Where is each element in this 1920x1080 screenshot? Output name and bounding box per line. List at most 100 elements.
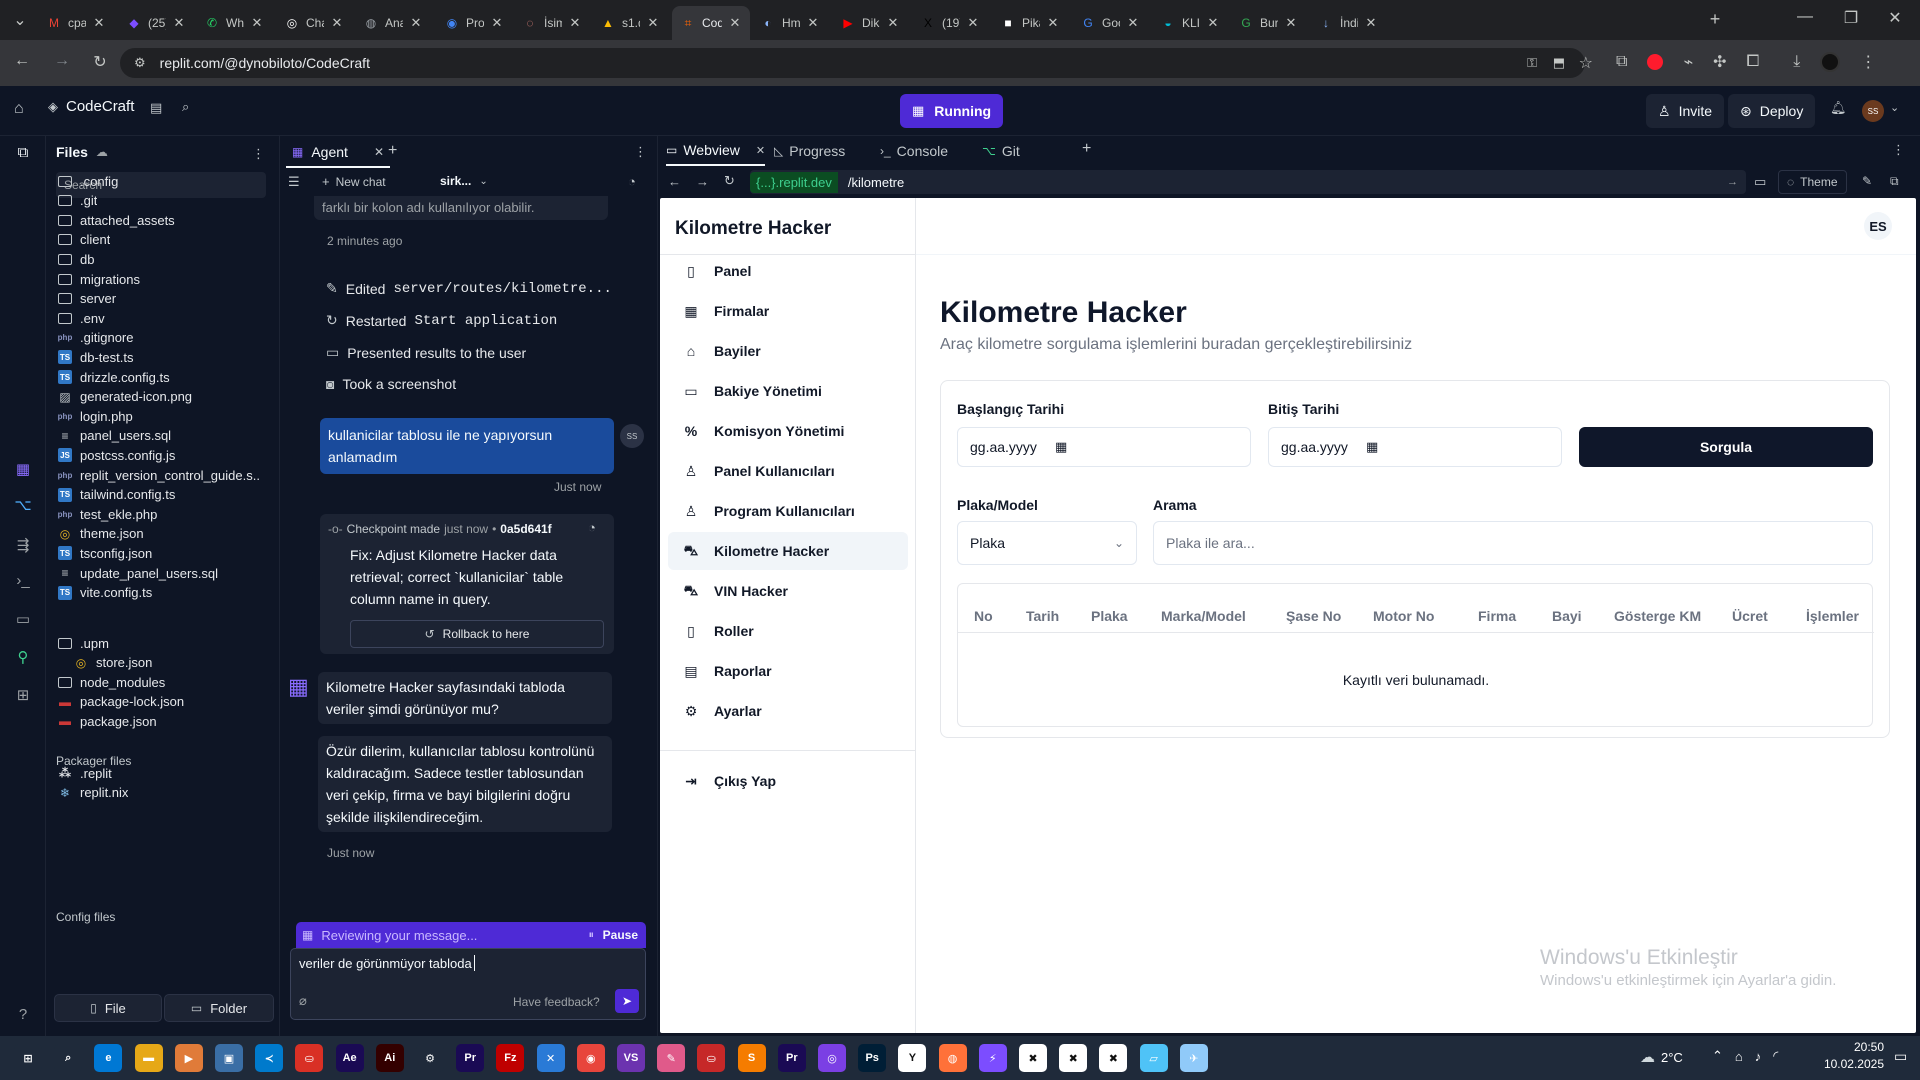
start-date-input[interactable]: gg.aa.yyyy ▦ xyxy=(957,427,1251,467)
close-tab-icon[interactable]: ✕ xyxy=(1206,15,1220,31)
new-folder-button[interactable]: ▭ Folder xyxy=(164,994,274,1022)
close-tab-icon[interactable]: ✕ xyxy=(490,15,504,31)
open-external-icon[interactable]: ⧉ xyxy=(1890,174,1899,189)
minimize-icon[interactable]: — xyxy=(1790,8,1820,26)
taskbar-app-icon[interactable]: Fz xyxy=(496,1044,525,1072)
browser-tab[interactable]: ⌗ Code ✕ xyxy=(672,6,750,40)
close-tab-icon[interactable]: ✕ xyxy=(728,15,742,31)
browser-tab[interactable]: ■ Pika ✕ xyxy=(992,6,1068,40)
taskbar-app-icon[interactable]: ▬ xyxy=(134,1044,163,1072)
wifi-icon[interactable]: ◜ xyxy=(1773,1048,1778,1064)
git-branch-icon[interactable]: ⌥ xyxy=(12,496,34,518)
add-tab-icon[interactable]: + xyxy=(1082,140,1091,158)
taskbar-app-icon[interactable]: ✎ xyxy=(657,1044,686,1072)
all-tools-icon[interactable]: ⊞ xyxy=(12,686,34,708)
tab-agent[interactable]: ▦ Agent ✕ xyxy=(286,138,390,168)
taskbar-app-icon[interactable]: ◎ xyxy=(818,1044,846,1072)
project-switcher[interactable]: ◈ CodeCraft xyxy=(48,98,134,115)
close-tab-icon[interactable]: ✕ xyxy=(92,15,106,31)
close-tab-icon[interactable]: ✕ xyxy=(886,15,900,31)
sidebar-nav-item[interactable]: ▦ Firmalar xyxy=(668,292,908,330)
taskbar-app-icon[interactable]: ✈ xyxy=(1179,1044,1208,1072)
volume-icon[interactable]: ♪ xyxy=(1755,1049,1762,1064)
query-button[interactable]: Sorgula xyxy=(1579,427,1873,467)
taskbar-app-icon[interactable]: ✖ xyxy=(1099,1044,1128,1072)
file-tree-item[interactable]: ▬ package.json xyxy=(58,710,157,732)
clock[interactable]: 20:50 10.02.2025 xyxy=(1812,1040,1884,1071)
webview-forward-icon[interactable]: → xyxy=(696,174,709,189)
browser-tab[interactable]: ◆ (25) F ✕ xyxy=(118,6,194,40)
new-file-button[interactable]: ▯ File xyxy=(54,994,162,1022)
search-icon[interactable]: ⌕ xyxy=(182,99,189,115)
notification-center-icon[interactable]: ▭ xyxy=(1894,1048,1907,1065)
sidebar-nav-item[interactable]: ▭ Bakiye Yönetimi xyxy=(668,372,908,410)
checkpoint-settings-icon[interactable]: ◔ xyxy=(588,520,596,535)
pen-icon[interactable]: ✎ xyxy=(1862,174,1872,188)
files-menu-icon[interactable]: ⋮ xyxy=(252,146,265,162)
chat-input[interactable]: veriler de görünmüyor tabloda xyxy=(299,955,475,971)
browser-tab[interactable]: G Buru ✕ xyxy=(1230,6,1306,40)
close-tab-icon[interactable]: ✕ xyxy=(409,15,423,31)
add-tab-icon[interactable]: + xyxy=(388,142,397,160)
chat-history-icon[interactable]: ☰ xyxy=(288,174,300,190)
file-tree-item[interactable]: TS vite.config.ts xyxy=(58,582,152,604)
site-info-icon[interactable]: ⚙ xyxy=(134,55,146,71)
downloads-icon[interactable]: ⤓ xyxy=(1793,53,1800,71)
opera-extension-icon[interactable] xyxy=(1647,54,1664,70)
sidebar-nav-item[interactable]: ▤ Raporlar xyxy=(668,652,908,690)
webview-icon[interactable]: ▭ xyxy=(12,610,34,632)
tab-webview[interactable]: ▭ Webview ✕ xyxy=(666,136,766,166)
close-tab-icon[interactable]: ✕ xyxy=(1284,15,1298,31)
database-icon[interactable]: ⇶ xyxy=(12,536,34,558)
devtools-icon[interactable]: ▭ xyxy=(1754,174,1766,190)
feedback-link[interactable]: Have feedback? xyxy=(513,995,600,1009)
weather-widget[interactable]: ☁ 2°C xyxy=(1640,1048,1683,1066)
logout-button[interactable]: ⇥ Çıkış Yap xyxy=(668,762,908,800)
close-tab-icon[interactable]: ✕ xyxy=(568,15,582,31)
agent-icon[interactable]: ▦ xyxy=(12,460,34,482)
network-icon[interactable]: ⌂ xyxy=(1735,1049,1743,1064)
taskbar-app-icon[interactable]: ◉ xyxy=(576,1044,605,1072)
taskbar-app-icon[interactable]: Ps xyxy=(858,1044,887,1072)
chat-selector[interactable]: sirk... ⌄ xyxy=(440,174,488,188)
reload-icon[interactable]: ↻ xyxy=(88,52,112,72)
user-initials-avatar[interactable]: ES xyxy=(1864,212,1892,240)
sidebar-nav-item[interactable]: ⛍ VIN Hacker xyxy=(668,572,908,610)
browser-tab[interactable]: ◒ KLIN ✕ xyxy=(1152,6,1228,40)
password-key-icon[interactable]: ⚿ xyxy=(1527,55,1537,71)
extension-icon[interactable]: ⧉ xyxy=(1616,53,1627,71)
theme-button[interactable]: ◌ Theme xyxy=(1778,170,1847,194)
chat-input-box[interactable]: veriler de görünmüyor tabloda ⌀ Have fee… xyxy=(290,948,646,1020)
close-tab-icon[interactable]: ✕ xyxy=(1126,15,1140,31)
rollback-button[interactable]: ↺ Rollback to here xyxy=(350,620,604,648)
run-button[interactable]: ▦ Running xyxy=(900,94,1004,128)
user-avatar[interactable]: SS xyxy=(1862,100,1884,122)
browser-tab[interactable]: G Goo ✕ xyxy=(1072,6,1148,40)
install-app-icon[interactable]: ⬒ xyxy=(1553,55,1565,71)
close-tab-icon[interactable]: ✕ xyxy=(806,15,820,31)
browser-tab[interactable]: ↓ İndir ✕ xyxy=(1310,6,1386,40)
browser-tab[interactable]: ◐ Hmn ✕ xyxy=(752,6,828,40)
new-tab-icon[interactable]: + xyxy=(1703,9,1727,30)
close-tab-icon[interactable]: ✕ xyxy=(756,144,765,157)
taskbar-app-icon[interactable]: ⚙ xyxy=(416,1044,444,1072)
taskbar-app-icon[interactable]: ✖ xyxy=(1019,1044,1047,1072)
new-chat-button[interactable]: + New chat xyxy=(322,174,386,189)
omnibox[interactable]: ⚙ replit.com/@dynobiloto/CodeCraft ⚿ ⬒ ☆ xyxy=(120,48,1593,78)
pause-button[interactable]: Pause xyxy=(603,928,638,942)
taskbar-app-icon[interactable]: ⛀ xyxy=(697,1044,726,1072)
calendar-icon[interactable]: ▦ xyxy=(1055,439,1067,455)
close-tab-icon[interactable]: ✕ xyxy=(646,15,660,31)
browser-tab[interactable]: ◌ İsimt ✕ xyxy=(514,6,590,40)
taskbar-app-icon[interactable]: Ae xyxy=(335,1044,364,1072)
action-screenshot[interactable]: ◙ Took a screenshot xyxy=(326,376,456,392)
browser-tab[interactable]: ▲ s1.da ✕ xyxy=(592,6,668,40)
agent-menu-icon[interactable]: ⋮ xyxy=(634,144,647,160)
taskbar-app-icon[interactable]: ≺ xyxy=(255,1044,284,1072)
webview-back-icon[interactable]: ← xyxy=(668,174,681,189)
webview-reload-icon[interactable]: ↻ xyxy=(724,173,735,189)
go-arrow-icon[interactable]: → xyxy=(1727,176,1738,188)
sidebar-nav-item[interactable]: ♙ Program Kullanıcıları xyxy=(668,492,908,530)
close-tab-icon[interactable]: ✕ xyxy=(966,15,980,31)
close-tab-icon[interactable]: ✕ xyxy=(172,15,186,31)
